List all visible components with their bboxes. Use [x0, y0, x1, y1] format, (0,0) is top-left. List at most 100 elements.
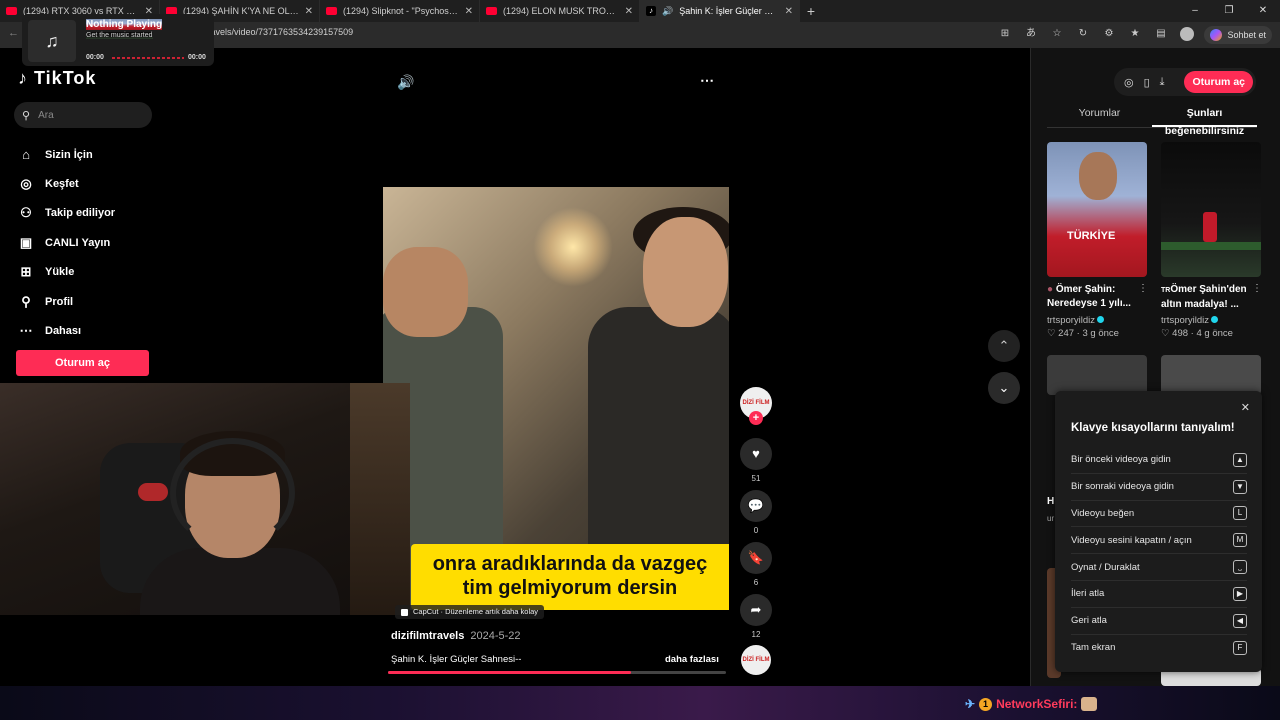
- video-thumbnail[interactable]: [1047, 355, 1147, 395]
- next-video-button[interactable]: ⌄: [988, 372, 1020, 404]
- phone-icon[interactable]: ▯: [1144, 76, 1150, 89]
- sidebar-item-upload[interactable]: ⊞ Yükle: [18, 258, 115, 287]
- card-title-emoji: ●: [1047, 284, 1054, 295]
- caption-line: tim gelmiyorum dersin: [462, 577, 678, 599]
- like-count: 51: [751, 474, 761, 483]
- video-thumbnail[interactable]: [1161, 142, 1261, 277]
- card-likes: 247: [1058, 328, 1075, 339]
- card-menu-icon[interactable]: ⋮: [1138, 283, 1148, 294]
- card-title-partial[interactable]: H: [1047, 496, 1054, 507]
- compass-icon: ◎: [20, 176, 32, 192]
- refresh-icon[interactable]: ↻: [1076, 27, 1090, 41]
- copilot-label: Sohbet et: [1227, 30, 1266, 40]
- video-date: 2024-5-22: [470, 630, 521, 642]
- video-options-icon[interactable]: ⋯: [700, 72, 715, 89]
- card-stats: ♡ 498 · 4 g önce: [1161, 328, 1233, 339]
- card-title[interactable]: ● Ömer Şahin: Neredeyse 1 yılı...: [1047, 283, 1143, 311]
- shortcut-label: Videoyu beğen: [1071, 507, 1135, 519]
- media-progress-bar[interactable]: [112, 57, 184, 59]
- browser-tab[interactable]: (1294) Slipknot - "Psychosocial" (✕: [320, 0, 480, 22]
- shortcut-label: Bir önceki videoya gidin: [1071, 454, 1171, 466]
- maximize-button[interactable]: ❐: [1212, 0, 1246, 22]
- video-progress-bar[interactable]: [388, 671, 726, 674]
- minimize-button[interactable]: –: [1178, 0, 1212, 22]
- close-icon[interactable]: ✕: [1241, 401, 1250, 414]
- follow-plus-icon[interactable]: +: [749, 411, 763, 425]
- app-install-icon[interactable]: ⊞: [998, 27, 1012, 41]
- volume-icon[interactable]: 🔊: [397, 74, 414, 91]
- close-tab-icon[interactable]: ✕: [305, 6, 313, 17]
- music-disc-avatar[interactable]: DİZİ FİLM: [741, 645, 771, 675]
- more-button[interactable]: daha fazlası: [665, 654, 719, 665]
- close-window-button[interactable]: ✕: [1246, 0, 1280, 22]
- sidebar-item-profile[interactable]: ⚲ Profil: [18, 287, 115, 316]
- shortcut-label: Tam ekran: [1071, 642, 1116, 654]
- sidebar-item-following[interactable]: ⚇ Takip ediliyor: [18, 199, 115, 228]
- card-ago: 4 g önce: [1196, 328, 1233, 339]
- thumbnail-face: [1079, 152, 1117, 200]
- tab-comments[interactable]: Yorumlar: [1047, 104, 1152, 127]
- video-progress-fill: [388, 671, 632, 674]
- browser-tab[interactable]: (1294) ELON MUSK TROLLERİ İFŞA ✕: [480, 0, 640, 22]
- shortcut-row: Videoyu beğen L: [1071, 501, 1247, 528]
- sidebar-item-for-you[interactable]: ⌂ Sizin İçin: [18, 140, 115, 169]
- tab-title: (1294) ELON MUSK TROLLERİ İFŞA: [503, 6, 619, 16]
- sidebar-item-more[interactable]: ⋯ Dahası: [18, 316, 115, 345]
- login-button-right[interactable]: Oturum aç: [1184, 71, 1253, 93]
- save-action[interactable]: 🔖 6: [740, 542, 772, 587]
- arrow-up-key-icon: ▲: [1233, 452, 1247, 467]
- close-tab-icon[interactable]: ✕: [625, 6, 633, 17]
- tiktok-logo[interactable]: ♪ TikTok: [18, 68, 96, 89]
- more-icon: ⋯: [19, 323, 33, 339]
- video-thumbnail[interactable]: [1161, 355, 1261, 395]
- login-button[interactable]: Oturum aç: [16, 350, 149, 376]
- search-placeholder: Ara: [38, 109, 54, 121]
- video-author[interactable]: dizifilmtravels 2024-5-22: [391, 630, 521, 642]
- profile-avatar[interactable]: [1180, 27, 1194, 41]
- card-menu-icon[interactable]: ⋮: [1252, 283, 1262, 294]
- copilot-chat-button[interactable]: Sohbet et: [1204, 26, 1272, 44]
- card-author[interactable]: trtsporyildiz: [1161, 315, 1219, 326]
- favorites-icon[interactable]: ★: [1128, 27, 1142, 41]
- bookmark-icon[interactable]: 🔖: [740, 542, 772, 574]
- card-title[interactable]: TRÖmer Şahin'den altın madalya! ...: [1161, 283, 1257, 312]
- compass-icon[interactable]: ◎: [1124, 76, 1134, 89]
- tab-you-may-like[interactable]: Şunları beğenebilirsiniz: [1152, 104, 1257, 137]
- previous-video-button[interactable]: ⌃: [988, 330, 1020, 362]
- sidebar-item-label: CANLI Yayın: [45, 236, 111, 249]
- search-input[interactable]: ⚲ Ara: [14, 102, 152, 128]
- speaker-icon[interactable]: 🔊: [662, 6, 673, 17]
- video-thumbnail[interactable]: TÜRKİYE: [1047, 142, 1147, 277]
- favorite-star-icon[interactable]: ☆: [1050, 27, 1064, 41]
- download-icon[interactable]: ⤓: [1160, 76, 1165, 89]
- card-author-partial[interactable]: ur: [1047, 514, 1054, 523]
- share-count: 12: [751, 630, 761, 639]
- translate-icon[interactable]: あ: [1024, 27, 1038, 41]
- share-icon[interactable]: ➦: [740, 594, 772, 626]
- author-name[interactable]: dizifilmtravels: [391, 630, 464, 642]
- new-tab-button[interactable]: +: [800, 3, 822, 19]
- capcut-badge[interactable]: CapCut · Düzenleme artık daha kolay: [395, 605, 545, 619]
- sidebar-item-live[interactable]: ▣ CANLI Yayın: [18, 228, 115, 257]
- card-author[interactable]: trtsporyildiz: [1047, 315, 1105, 326]
- comment-action[interactable]: 💬 0: [740, 490, 772, 535]
- shortcut-list: Bir önceki videoya gidin ▲ Bir sonraki vi…: [1071, 447, 1247, 661]
- arrow-left-key-icon: ◀: [1233, 613, 1247, 628]
- capcut-icon: [401, 608, 408, 616]
- close-tab-icon[interactable]: ✕: [785, 6, 793, 17]
- share-action[interactable]: ➦ 12: [740, 594, 772, 639]
- comment-icon[interactable]: 💬: [740, 490, 772, 522]
- collections-icon[interactable]: ▤: [1154, 27, 1168, 41]
- extensions-icon[interactable]: ⚙: [1102, 27, 1116, 41]
- video-lamp: [533, 207, 613, 287]
- back-icon[interactable]: ←: [8, 27, 19, 39]
- music-note-icon: ♫: [28, 20, 76, 62]
- shortcut-label: Geri atla: [1071, 615, 1107, 627]
- close-tab-icon[interactable]: ✕: [465, 6, 473, 17]
- heart-icon[interactable]: ♥: [740, 438, 772, 470]
- chevron-up-icon: ⌃: [998, 338, 1010, 353]
- url-field[interactable]: travels/video/7371763534239157509: [205, 27, 353, 37]
- browser-tab-active[interactable]: ♪ 🔊 Şahin K: İşler Güçler Sahnesi ✕: [640, 0, 800, 22]
- sidebar-item-explore[interactable]: ◎ Keşfet: [18, 169, 115, 198]
- like-action[interactable]: ♥ 51: [740, 438, 772, 483]
